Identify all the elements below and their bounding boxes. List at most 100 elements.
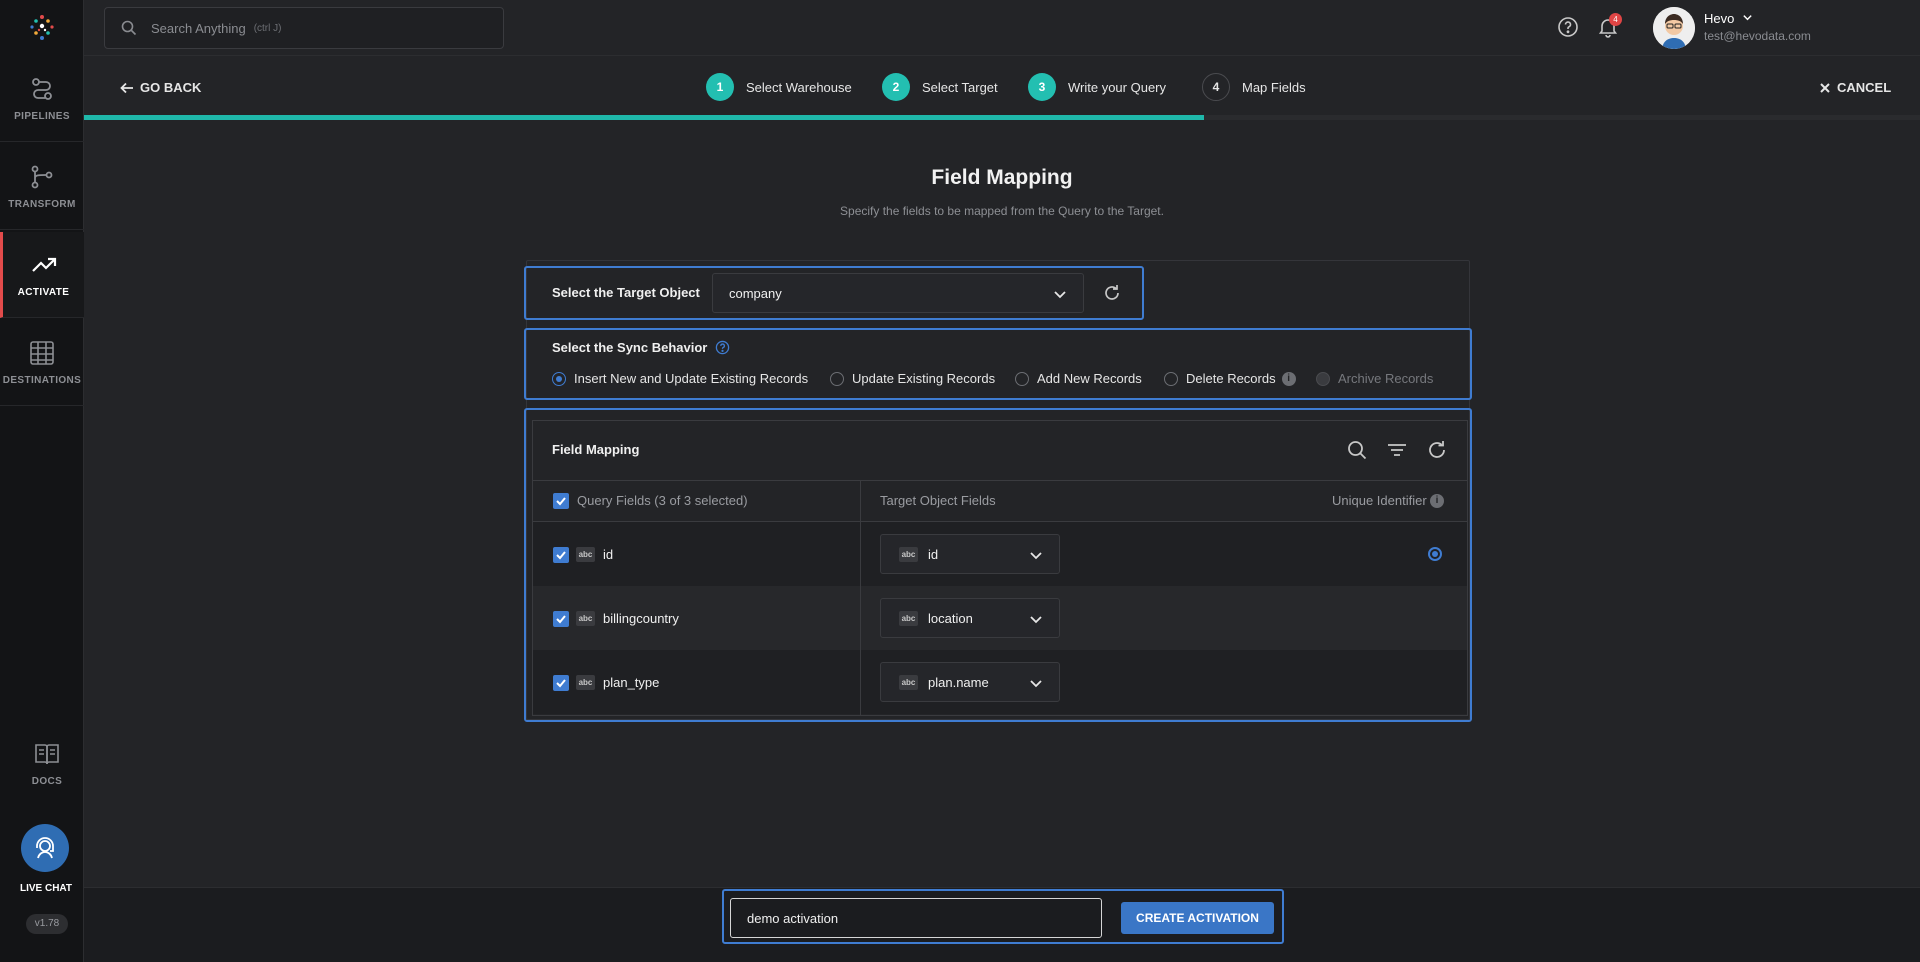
target-field-value: location <box>928 611 973 626</box>
step-label: Map Fields <box>1242 79 1306 95</box>
live-chat-button[interactable] <box>21 824 69 872</box>
help-circle-icon[interactable] <box>715 340 730 355</box>
nav-docs[interactable]: DOCS <box>18 740 76 787</box>
string-type-badge: abc <box>576 675 595 690</box>
help-icon[interactable] <box>1557 16 1579 38</box>
global-search-input[interactable]: Search Anything (ctrl J) <box>104 7 504 49</box>
string-type-badge: abc <box>899 611 918 626</box>
sidebar: PIPELINES TRANSFORM ACTIVATE DESTINATION… <box>0 0 84 962</box>
docs-label: DOCS <box>31 776 63 787</box>
sync-option-label: Insert New and Update Existing Records <box>574 371 809 386</box>
target-field-value: id <box>928 547 939 562</box>
sync-option-delete[interactable]: Delete Records i <box>1164 371 1296 386</box>
go-back-button[interactable]: GO BACK <box>120 80 201 95</box>
chevron-down-icon <box>1030 552 1042 560</box>
filter-icon[interactable] <box>1386 439 1408 461</box>
cancel-label: CANCEL <box>1837 80 1892 95</box>
nav-activate[interactable]: ACTIVATE <box>0 232 84 318</box>
top-bar: Search Anything (ctrl J) <box>84 0 1920 56</box>
page-title: Field Mapping <box>931 166 1073 189</box>
string-type-badge: abc <box>576 611 595 626</box>
search-icon[interactable] <box>1346 439 1368 461</box>
docs-icon <box>35 744 59 765</box>
step-map-fields[interactable]: 4 Map Fields <box>1202 73 1306 101</box>
nav-destinations-label: DESTINATIONS <box>2 375 82 386</box>
search-icon <box>121 20 137 36</box>
info-icon[interactable]: i <box>1430 494 1444 508</box>
string-type-badge: abc <box>899 675 918 690</box>
target-field-select[interactable]: abc location <box>880 598 1060 638</box>
row-checkbox[interactable] <box>553 611 569 627</box>
sync-option-archive: Archive Records <box>1316 371 1433 386</box>
nav-pipelines[interactable]: PIPELINES <box>0 56 84 142</box>
info-icon[interactable]: i <box>1281 371 1296 386</box>
query-field-name: billingcountry <box>603 611 679 626</box>
step-number: 3 <box>1028 73 1056 101</box>
chevron-down-icon <box>1743 15 1752 21</box>
chevron-down-icon <box>1054 291 1066 299</box>
string-type-badge: abc <box>576 547 595 562</box>
user-name[interactable]: Hevo <box>1704 11 1753 26</box>
search-placeholder: Search Anything <box>151 20 246 36</box>
notification-count-badge: 4 <box>1609 13 1622 26</box>
hevo-logo[interactable] <box>26 12 58 44</box>
user-name-text: Hevo <box>1704 11 1735 26</box>
search-shortcut-hint: (ctrl J) <box>253 22 282 34</box>
transform-icon <box>31 165 53 189</box>
activation-name-input[interactable] <box>730 898 1102 938</box>
sync-option-label: Archive Records <box>1338 371 1434 386</box>
nav-pipelines-label: PIPELINES <box>14 111 70 122</box>
sync-option-update-existing[interactable]: Update Existing Records <box>830 371 995 386</box>
check-icon <box>556 679 566 688</box>
nav-activate-label: ACTIVATE <box>17 287 70 298</box>
target-object-label: Select the Target Object <box>552 285 700 300</box>
step-write-query[interactable]: 3 Write your Query <box>1028 73 1166 101</box>
step-number: 4 <box>1202 73 1230 101</box>
field-mapping-title: Field Mapping <box>552 442 640 457</box>
sync-option-insert-update[interactable]: Insert New and Update Existing Records <box>552 371 808 386</box>
refresh-icon[interactable] <box>1426 439 1448 461</box>
wizard-progress-fill <box>84 115 1204 120</box>
page-subtitle: Specify the fields to be mapped from the… <box>840 204 1164 218</box>
row-checkbox[interactable] <box>553 547 569 563</box>
query-field-name: id <box>603 547 614 562</box>
step-number: 2 <box>882 73 910 101</box>
check-icon <box>556 497 566 506</box>
sync-option-label: Delete Records <box>1186 371 1276 386</box>
sync-behavior-label: Select the Sync Behavior <box>552 340 730 355</box>
pipelines-icon <box>32 78 52 100</box>
row-checkbox[interactable] <box>553 675 569 691</box>
check-icon <box>556 551 566 560</box>
refresh-icon[interactable] <box>1102 283 1122 303</box>
sync-option-label: Update Existing Records <box>852 371 996 386</box>
chevron-down-icon <box>1030 680 1042 688</box>
avatar[interactable] <box>1653 7 1695 49</box>
target-field-select[interactable]: abc id <box>880 534 1060 574</box>
step-label: Select Target <box>922 79 998 95</box>
chevron-down-icon <box>1030 616 1042 624</box>
query-field-name: plan_type <box>603 675 660 690</box>
create-activation-button[interactable]: CREATE ACTIVATION <box>1121 902 1274 934</box>
nav-transform[interactable]: TRANSFORM <box>0 144 84 230</box>
sync-option-add-new[interactable]: Add New Records <box>1015 371 1142 386</box>
radio-dot <box>1316 371 1330 386</box>
arrow-left-icon <box>120 82 133 93</box>
select-all-checkbox[interactable] <box>553 493 569 509</box>
sync-behavior-text: Select the Sync Behavior <box>552 340 708 355</box>
target-object-select[interactable]: company <box>712 273 1084 313</box>
step-select-target[interactable]: 2 Select Target <box>882 73 998 101</box>
nav-transform-label: TRANSFORM <box>8 199 76 210</box>
user-email: test@hevodata.com <box>1704 29 1811 43</box>
unique-identifier-header: Unique Identifier <box>1332 493 1427 508</box>
destinations-icon <box>30 341 54 365</box>
radio-dot <box>552 371 566 386</box>
radio-dot <box>830 371 844 386</box>
target-field-select[interactable]: abc plan.name <box>880 662 1060 702</box>
live-chat-label: LIVE CHAT <box>19 883 73 894</box>
cancel-button[interactable]: CANCEL <box>1819 80 1891 95</box>
target-field-value: plan.name <box>928 675 989 690</box>
unique-identifier-radio[interactable] <box>1428 547 1442 561</box>
step-select-warehouse[interactable]: 1 Select Warehouse <box>706 73 852 101</box>
nav-destinations[interactable]: DESTINATIONS <box>0 320 84 406</box>
radio-dot <box>1015 371 1029 386</box>
